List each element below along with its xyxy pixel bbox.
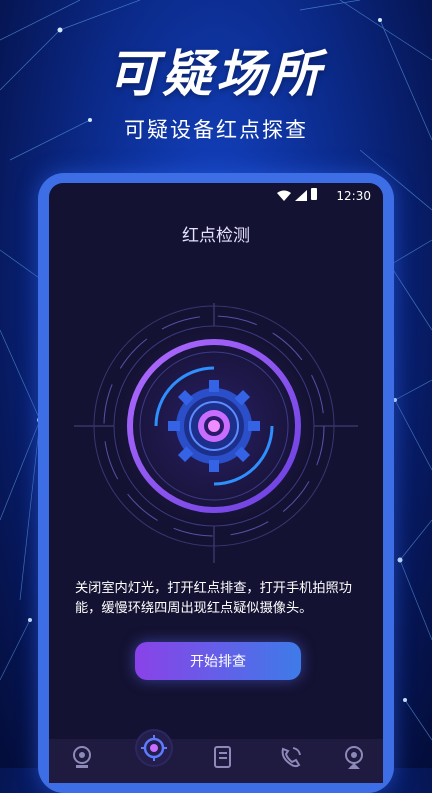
battery-icon bbox=[311, 188, 317, 200]
phone-call-icon[interactable] bbox=[275, 743, 305, 773]
wifi-icon bbox=[277, 190, 291, 201]
start-scan-button[interactable]: 开始排查 bbox=[135, 642, 301, 680]
target-icon[interactable] bbox=[139, 733, 169, 763]
camera-icon[interactable] bbox=[67, 743, 97, 773]
instruction-text: 关闭室内灯光，打开红点排查，打开手机拍照功能，缓慢环绕四周出现红点疑似摄像头。 bbox=[75, 581, 352, 616]
bottom-tab-bar bbox=[49, 731, 383, 783]
promo-subtitle: 可疑设备红点探查 bbox=[124, 118, 308, 142]
notebook-icon[interactable] bbox=[207, 743, 237, 773]
status-bar: 12:30 bbox=[49, 183, 383, 209]
status-time: 12:30 bbox=[336, 189, 371, 203]
promo-title: 可疑场所 bbox=[108, 45, 324, 103]
phone-screen: 12:30 红点检测 关闭室内灯光，打开红点排查，打开手机拍照功能，缓慢环绕四周… bbox=[49, 183, 383, 783]
screen-title: 红点检测 bbox=[182, 226, 250, 246]
webcam-icon[interactable] bbox=[339, 743, 369, 773]
signal-icon bbox=[295, 190, 307, 201]
radar-scanner-illustration bbox=[74, 303, 358, 563]
